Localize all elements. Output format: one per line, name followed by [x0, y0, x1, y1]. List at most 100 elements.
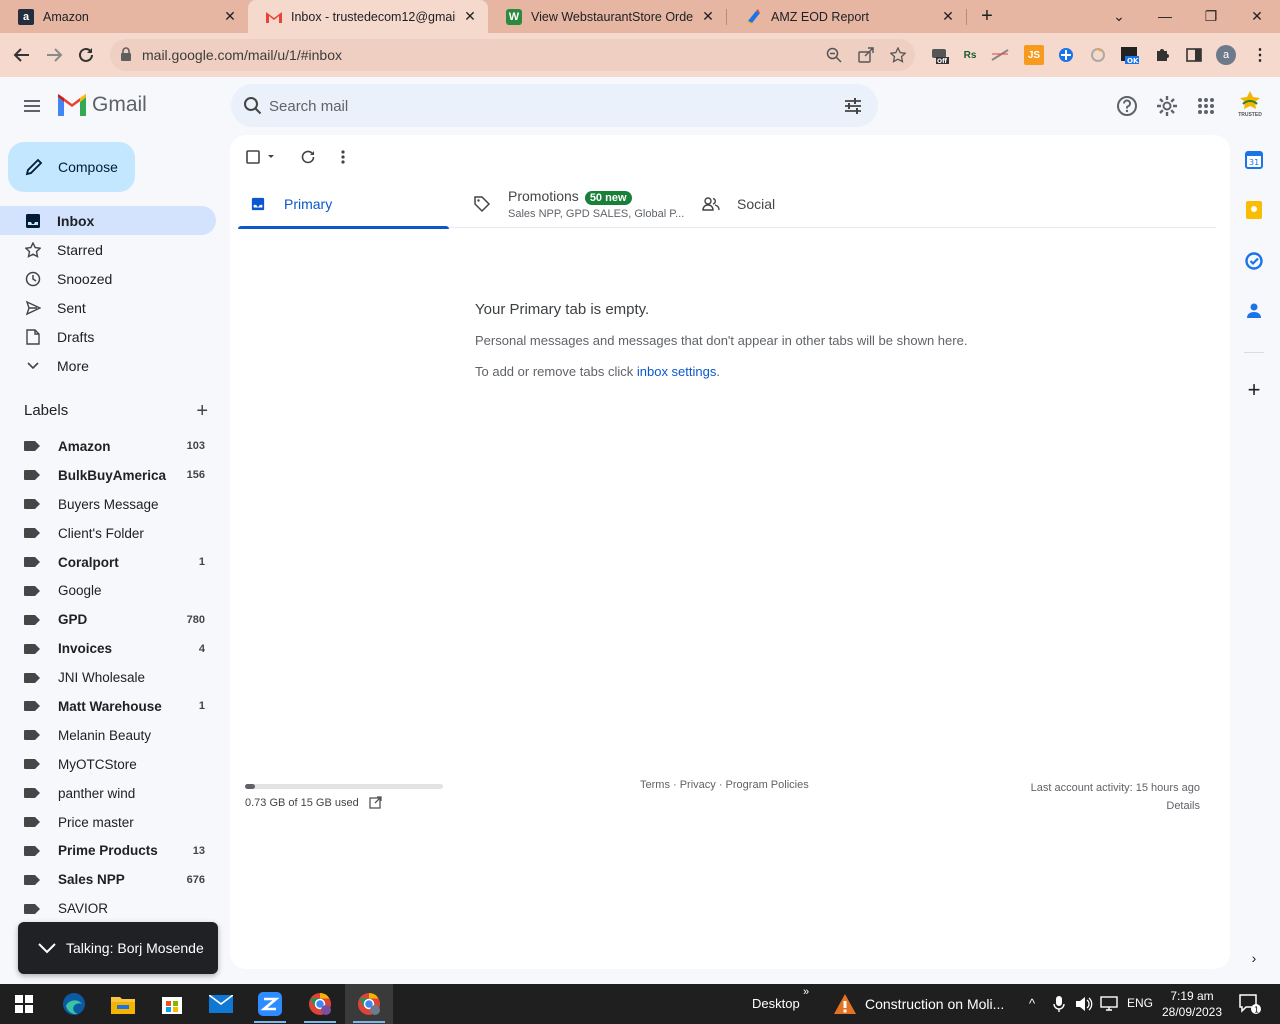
windows-start-icon[interactable] [0, 984, 48, 1024]
sidebar-label-item[interactable]: panther wind [0, 779, 216, 808]
microphone-icon[interactable] [1053, 996, 1065, 1015]
sidebar-label-item[interactable]: Client's Folder [0, 519, 216, 548]
input-language[interactable]: ENG [1127, 996, 1153, 1010]
sidebar-label-item[interactable]: GPD 780 [0, 605, 216, 634]
side-panel-icon[interactable] [1184, 45, 1204, 65]
zoom-app-icon[interactable] [246, 984, 294, 1024]
search-bar[interactable] [231, 84, 878, 127]
sidebar-label-item[interactable]: BulkBuyAmerica 156 [0, 461, 216, 490]
calendar-icon[interactable]: 31 [1244, 150, 1264, 170]
sidebar-item-starred[interactable]: Starred [0, 235, 216, 264]
account-brand-logo[interactable]: TRUSTED [1236, 90, 1264, 120]
extension-js-icon[interactable]: JS [1024, 45, 1044, 65]
search-options-icon[interactable] [843, 96, 863, 116]
activity-details-link[interactable]: Details [1031, 797, 1200, 815]
sidebar-label-item[interactable]: Melanin Beauty [0, 721, 216, 750]
minimize-button[interactable]: — [1142, 0, 1188, 33]
extension-refresh-icon[interactable] [1088, 45, 1108, 65]
sidebar-item-snoozed[interactable]: Snoozed [0, 264, 216, 293]
browser-tab-amz-report[interactable]: AMZ EOD Report ✕ [728, 0, 966, 33]
inbox-settings-link[interactable]: inbox settings [637, 364, 717, 379]
share-icon[interactable] [858, 47, 874, 63]
show-side-panel-chevron-icon[interactable]: › [1244, 948, 1264, 968]
mail-app-icon[interactable] [197, 984, 245, 1024]
network-icon[interactable] [1100, 996, 1118, 1015]
extension-rs-icon[interactable]: Rs [960, 45, 980, 65]
profile-avatar[interactable]: a [1216, 45, 1236, 65]
construction-warning-icon[interactable] [822, 984, 868, 1024]
desktop-toolbar-label[interactable]: Desktop [752, 996, 800, 1011]
create-label-plus-icon[interactable]: + [196, 400, 208, 423]
main-menu-icon[interactable] [20, 94, 44, 118]
google-apps-icon[interactable] [1194, 94, 1218, 118]
edge-browser-icon[interactable] [50, 984, 98, 1024]
extensions-puzzle-icon[interactable] [1152, 45, 1172, 65]
extension-scanner-icon[interactable] [990, 45, 1010, 65]
sidebar-label-item[interactable]: Matt Warehouse 1 [0, 692, 216, 721]
sidebar-label-item[interactable]: Amazon 103 [0, 432, 216, 461]
restore-button[interactable]: ❐ [1188, 0, 1234, 33]
new-tab-button[interactable]: + [975, 4, 999, 28]
settings-gear-icon[interactable] [1155, 94, 1179, 118]
tasks-icon[interactable] [1244, 251, 1264, 271]
refresh-icon[interactable] [300, 147, 316, 167]
speaker-volume-icon[interactable] [1075, 996, 1093, 1015]
close-tab-icon[interactable]: ✕ [700, 8, 716, 25]
address-bar[interactable]: mail.google.com/mail/u/1/#inbox [110, 39, 915, 71]
get-addons-plus-icon[interactable]: + [1244, 377, 1264, 402]
gmail-logo[interactable]: Gmail [58, 93, 147, 117]
back-button[interactable] [10, 43, 34, 67]
microsoft-store-icon[interactable] [148, 984, 196, 1024]
compose-button[interactable]: Compose [8, 142, 135, 192]
browser-menu-icon[interactable]: ⋮ [1250, 45, 1270, 65]
search-input[interactable] [269, 95, 829, 117]
chrome-profile-a-icon[interactable] [345, 984, 393, 1024]
sidebar-label-item[interactable]: Prime Products 13 [0, 836, 216, 865]
lock-icon[interactable] [120, 47, 136, 63]
bookmark-star-icon[interactable] [889, 46, 907, 63]
show-hidden-icons-chevron-icon[interactable]: ^ [1029, 996, 1035, 1011]
sidebar-label-item[interactable]: Price master [0, 808, 216, 837]
action-center-icon[interactable]: 1 [1230, 984, 1270, 1024]
open-external-icon[interactable] [369, 796, 382, 809]
sidebar-item-sent[interactable]: Sent [0, 293, 216, 322]
sidebar-item-drafts[interactable]: Drafts [0, 322, 216, 351]
more-options-icon[interactable] [340, 147, 346, 167]
sidebar-label-item[interactable]: MyOTCStore [0, 750, 216, 779]
sidebar-label-item[interactable]: Coralport 1 [0, 548, 216, 577]
forward-button[interactable] [42, 43, 66, 67]
close-tab-icon[interactable]: ✕ [222, 8, 238, 25]
extension-blue-circle-icon[interactable] [1056, 45, 1076, 65]
close-tab-icon[interactable]: ✕ [940, 8, 956, 25]
tab-social[interactable]: Social [701, 179, 901, 228]
select-all-checkbox[interactable] [246, 147, 276, 167]
sidebar-item-more[interactable]: More [0, 351, 216, 380]
reload-button[interactable] [74, 43, 98, 67]
support-icon[interactable] [1115, 94, 1139, 118]
extension-ok-icon[interactable]: OK [1120, 45, 1140, 65]
extension-off-icon[interactable]: Off [930, 45, 950, 65]
sidebar-label-item[interactable]: Google [0, 576, 216, 605]
sidebar-label-item[interactable]: JNI Wholesale [0, 663, 216, 692]
file-explorer-icon[interactable] [99, 984, 147, 1024]
tab-search-chevron-icon[interactable]: ⌄ [1096, 0, 1142, 33]
news-headline[interactable]: Construction on Moli... [865, 996, 1004, 1012]
sidebar-label-item[interactable]: SAVIOR [0, 894, 216, 923]
sidebar-label-item[interactable]: Sales NPP 676 [0, 865, 216, 894]
browser-tab-gmail[interactable]: Inbox - trustedecom12@gmail.c ✕ [248, 0, 488, 33]
keep-notes-icon[interactable] [1244, 200, 1264, 220]
call-status-toast[interactable]: Talking: Borj Mosende [18, 922, 218, 974]
sidebar-item-inbox[interactable]: Inbox [0, 206, 216, 235]
browser-tab-webstaurant[interactable]: W View WebstaurantStore Orders ✕ [488, 0, 726, 33]
sidebar-label-item[interactable]: Invoices 4 [0, 634, 216, 663]
zoom-icon[interactable] [826, 47, 842, 63]
footer-policy-links[interactable]: Terms · Privacy · Program Policies [640, 779, 809, 791]
close-window-button[interactable]: ✕ [1234, 0, 1280, 33]
tab-promotions[interactable]: Promotions 50 new Sales NPP, GPD SALES, G… [472, 179, 692, 228]
contacts-icon[interactable] [1244, 301, 1264, 321]
system-clock[interactable]: 7:19 am 28/09/2023 [1158, 988, 1226, 1020]
close-tab-icon[interactable]: ✕ [462, 8, 478, 25]
chevron-down-icon[interactable] [38, 942, 56, 954]
chrome-profile-m-icon[interactable] [296, 984, 344, 1024]
search-icon[interactable] [243, 96, 263, 116]
